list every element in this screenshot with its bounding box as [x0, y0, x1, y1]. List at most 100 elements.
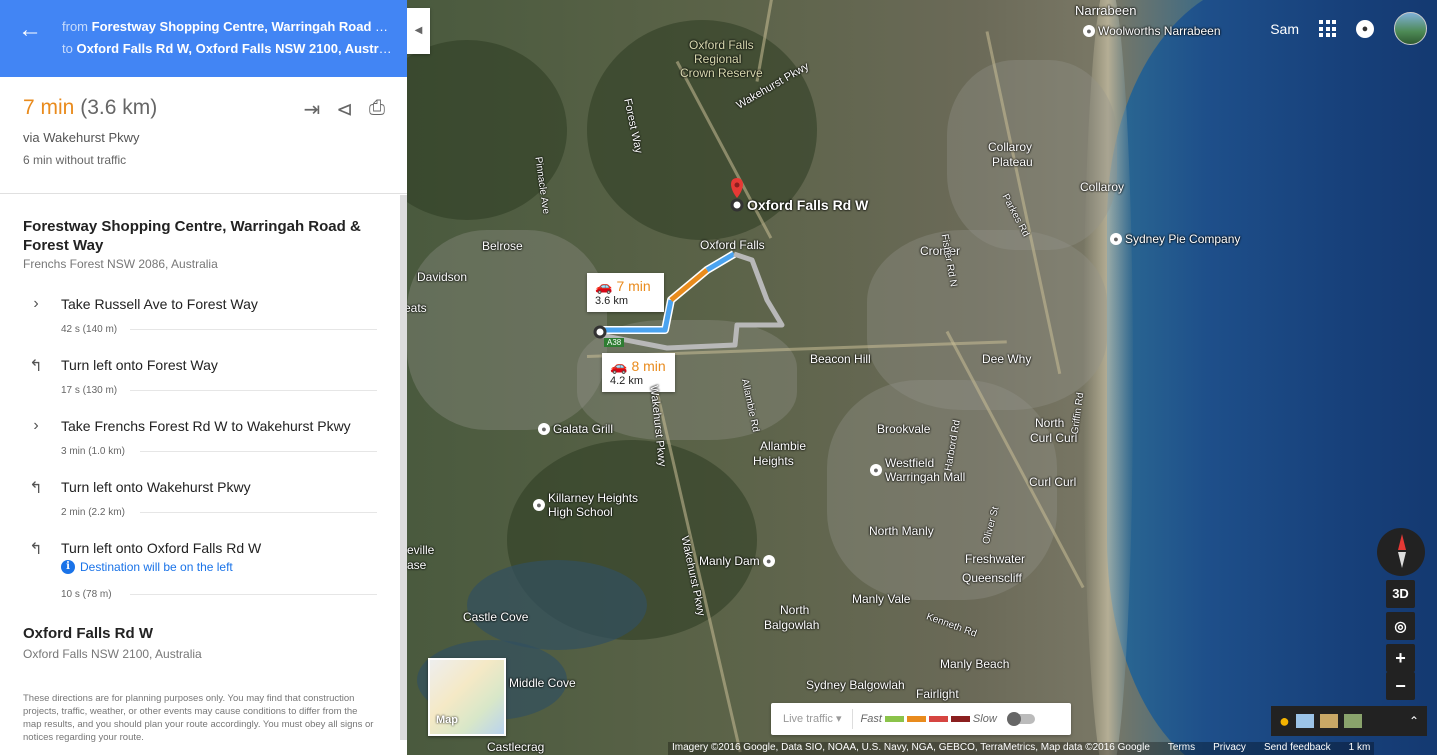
map-type-toggle[interactable]: Map — [428, 658, 506, 736]
pegman-icon[interactable]: ● — [1279, 711, 1290, 732]
place-label: North — [1035, 416, 1065, 430]
car-icon: 🚗 — [595, 278, 613, 294]
place-label: Freshwater — [965, 552, 1026, 566]
summary-actions: ⇥ ⊲ ⎙ — [303, 97, 385, 122]
traffic-bar — [928, 716, 948, 722]
place-label: Oxford Falls — [700, 238, 765, 252]
print-icon[interactable]: ⎙ — [369, 97, 385, 122]
place-label: Brookvale — [877, 422, 931, 436]
route-time: 7 min — [616, 278, 651, 294]
photo-thumbnail[interactable] — [1319, 714, 1338, 728]
expand-icon[interactable]: ⌃ — [1409, 714, 1419, 728]
scrollbar[interactable] — [400, 195, 407, 740]
direction-step[interactable]: ↰ Turn left onto Oxford Falls Rd W i Dest… — [0, 536, 400, 606]
poi-label: Galata Grill — [553, 422, 614, 436]
traffic-bar — [906, 716, 926, 722]
place-label: Belrose — [482, 239, 523, 253]
poi-label: High School — [548, 505, 613, 519]
compass-icon[interactable] — [1377, 528, 1425, 576]
route-overlay — [593, 178, 785, 351]
place-label: Oxford Falls — [689, 38, 754, 52]
live-traffic-label: Live traffic — [783, 713, 833, 725]
restaurant-icon: ● — [1110, 233, 1122, 245]
step-text: Take Frenchs Forest Rd W to Wakehurst Pk… — [61, 418, 351, 434]
direction-step[interactable]: ↰ Turn left onto Wakehurst Pkwy 2 min (2… — [0, 475, 400, 536]
direction-step[interactable]: › Take Russell Ave to Forest Way 42 s (1… — [0, 292, 400, 353]
apps-grid-icon[interactable] — [1319, 20, 1336, 37]
step-text: Turn left onto Wakehurst Pkwy — [61, 479, 251, 495]
from-location[interactable]: from Forestway Shopping Centre, Warringa… — [62, 19, 392, 34]
satellite-map[interactable]: Oxford Falls Rd W 🚗 7 min 3.6 km 🚗 8 min 4… — [407, 0, 1437, 755]
start-name: Forestway Shopping Centre, Warringah Roa… — [23, 218, 361, 254]
zoom-out-button[interactable]: − — [1386, 672, 1415, 700]
poi-killarney-high[interactable]: ● Killarney Heights High School — [533, 491, 638, 519]
school-icon: ● — [533, 499, 545, 511]
notifications-icon[interactable]: ● — [1356, 19, 1374, 38]
poi-galata-grill[interactable]: ● Galata Grill — [538, 422, 613, 436]
minimap-label: Map — [436, 714, 458, 726]
place-label: Fairlight — [916, 687, 959, 701]
to-prefix: to — [62, 41, 73, 56]
attribution-bar: Imagery ©2016 Google, Data SIO, NOAA, U.… — [668, 742, 1375, 755]
route-start-marker — [593, 325, 607, 339]
photo-thumbnail[interactable] — [1343, 714, 1362, 728]
account-bar: Sam ● — [1270, 12, 1427, 45]
divider — [140, 451, 377, 452]
send-to-device-icon[interactable]: ⇥ — [303, 97, 320, 122]
place-label: Castle Cove — [463, 610, 529, 624]
destination-label[interactable]: Oxford Falls Rd W — [747, 197, 868, 213]
collapse-panel-button[interactable]: ◀ — [407, 8, 430, 54]
privacy-link[interactable]: Privacy — [1213, 742, 1246, 755]
poi-woolworths[interactable]: ● Woolworths Narrabeen — [1083, 24, 1221, 38]
avatar[interactable] — [1394, 12, 1427, 45]
place-label: Manly Beach — [940, 657, 1010, 671]
place-label: eats — [407, 301, 427, 315]
traffic-toggle[interactable] — [1006, 712, 1035, 726]
info-icon: i — [61, 560, 75, 574]
photo-thumbnail[interactable] — [1295, 714, 1314, 728]
place-label: Dee Why — [982, 352, 1032, 366]
place-label: Davidson — [417, 270, 468, 284]
disclaimer: These directions are for planning purpos… — [23, 693, 374, 743]
divider — [140, 512, 377, 513]
poi-sydney-pie[interactable]: ● Sydney Pie Company — [1110, 232, 1240, 246]
place-label: Balgowlah — [764, 618, 820, 632]
divider — [130, 390, 377, 391]
trip-time-line: 7 min (3.6 km) — [23, 96, 157, 120]
end-address: Oxford Falls NSW 2100, Australia — [23, 647, 202, 661]
poi-label: Westfield — [885, 456, 935, 470]
route-alt-box[interactable]: 🚗 8 min 4.2 km — [602, 353, 675, 392]
route-primary-box[interactable]: 🚗 7 min 3.6 km — [587, 273, 664, 312]
divider — [130, 594, 377, 595]
live-traffic-dropdown[interactable]: Live traffic ▾ — [771, 709, 853, 729]
place-label: eville — [407, 543, 435, 557]
chevron-right-icon: › — [33, 417, 39, 434]
place-label: Crown Reserve — [680, 66, 763, 80]
poi-manly-dam[interactable]: Manly Dam ● — [699, 554, 775, 568]
place-label: Castlecrag — [487, 740, 545, 754]
car-icon: 🚗 — [610, 358, 628, 374]
terms-link[interactable]: Terms — [1168, 742, 1195, 755]
directions-header: ← from Forestway Shopping Centre, Warrin… — [0, 0, 407, 77]
poi-westfield[interactable]: ● Westfield Warringah Mall — [870, 456, 965, 484]
start-address: Frenchs Forest NSW 2086, Australia — [23, 257, 218, 271]
zoom-in-button[interactable]: + — [1386, 644, 1415, 672]
place-label: Allambie — [760, 439, 807, 453]
place-label: Regional — [694, 52, 742, 66]
my-location-icon[interactable]: ◎ — [1386, 612, 1415, 640]
user-name[interactable]: Sam — [1270, 21, 1299, 37]
imagery-credit: Imagery ©2016 Google, Data SIO, NOAA, U.… — [672, 742, 1150, 753]
trip-distance: (3.6 km) — [80, 96, 158, 119]
to-location[interactable]: to Oxford Falls Rd W, Oxford Falls NSW 2… — [62, 41, 392, 56]
place-label: Narrabeen — [1075, 3, 1137, 18]
3d-button[interactable]: 3D — [1386, 580, 1415, 608]
back-arrow-icon[interactable]: ← — [18, 18, 42, 42]
direction-step[interactable]: ↰ Turn left onto Forest Way 17 s (130 m) — [0, 353, 400, 414]
step-duration: 10 s (78 m) — [61, 589, 112, 600]
direction-step[interactable]: › Take Frenchs Forest Rd W to Wakehurst … — [0, 414, 400, 475]
share-icon[interactable]: ⊲ — [336, 97, 353, 122]
route-summary: 7 min (3.6 km) via Wakehurst Pkwy 6 min … — [0, 77, 407, 194]
send-feedback-link[interactable]: Send feedback — [1264, 742, 1331, 755]
route-distance: 3.6 km — [595, 295, 629, 307]
step-duration: 42 s (140 m) — [61, 324, 118, 335]
